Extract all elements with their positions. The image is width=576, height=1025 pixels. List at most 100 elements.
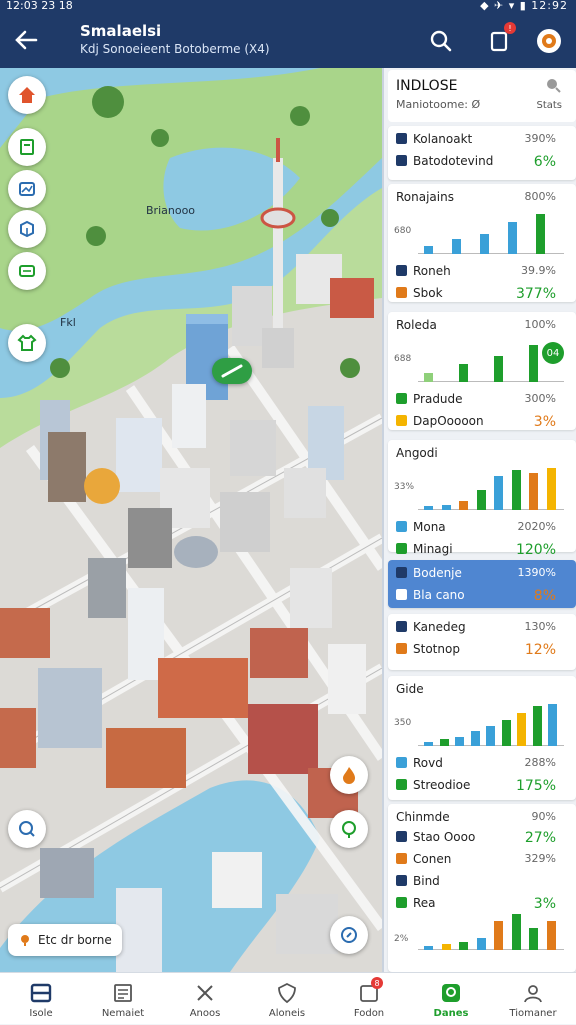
stat-row-icon — [396, 155, 407, 166]
mini-chart-axis-label: 688 — [394, 354, 412, 364]
chart-icon[interactable] — [8, 170, 46, 208]
mini-chart-bar — [439, 739, 449, 746]
nav-item-label: Nemaiet — [101, 1008, 145, 1019]
stat-card-header: Chinmde 90% — [396, 810, 568, 828]
notification-badge: ! — [504, 22, 516, 34]
mini-chart-bar — [424, 946, 433, 950]
stat-card[interactable]: Bodenje 1390% Bla cano 8% — [388, 560, 576, 608]
location-chip[interactable]: Etc dr borne — [8, 924, 122, 956]
stat-row-icon — [396, 779, 407, 790]
back-arrow-icon[interactable] — [12, 26, 40, 54]
stat-row-icon — [396, 415, 407, 426]
stat-card[interactable]: Kanedeg 130% Stotnop 12% — [388, 614, 576, 670]
stat-row-value: 8% — [533, 588, 556, 604]
nav-item-label: Danes — [433, 1008, 469, 1019]
search-icon[interactable] — [426, 26, 456, 56]
stat-card[interactable]: Roleda 100% 688 04 Pradude 300% DapOoooon 3% — [388, 312, 576, 430]
stat-row-value: 2020% — [517, 520, 556, 533]
stat-row: Sbok 377% — [396, 286, 568, 304]
building-icon[interactable] — [8, 128, 46, 166]
mini-chart-bar — [536, 214, 545, 254]
mini-chart-bar — [452, 239, 461, 254]
nav-item[interactable]: Aloneis — [246, 973, 328, 1025]
nav-item[interactable]: Anoos — [164, 973, 246, 1025]
map-icon — [439, 981, 463, 1005]
nav-item[interactable]: 8 Fodon — [328, 973, 410, 1025]
stat-card[interactable]: Gide 350 Rovd 288% Streodioe 175% — [388, 676, 576, 800]
stat-row-icon — [396, 643, 407, 654]
panel-title: INDLOSE — [396, 78, 458, 94]
mini-chart-bar — [441, 944, 451, 950]
mini-chart-bar — [424, 246, 433, 254]
mini-chart-bar — [494, 921, 503, 950]
stat-row-label: Bla cano — [396, 588, 465, 602]
stat-row-label: Mona — [396, 520, 446, 534]
box-icon[interactable] — [8, 210, 46, 248]
nav-item[interactable]: Tiomaner — [492, 973, 574, 1025]
city-map[interactable]: Brianooo Fkl Etc dr borne — [0, 68, 382, 972]
nav-item-label: Tiomaner — [509, 1008, 557, 1019]
stat-row-icon — [396, 133, 407, 144]
stat-card[interactable]: Angodi 33% Mona 2020% Minagi 120% — [388, 440, 576, 558]
stat-row-icon — [396, 589, 407, 600]
chart-badge-icon: 04 — [542, 342, 564, 364]
mini-chart-bar — [480, 234, 489, 254]
stat-row-label: Bind — [396, 874, 440, 888]
gear-icon[interactable] — [534, 26, 564, 56]
stat-card[interactable]: Chinmde 90% Stao Oooo 27% Conen 329% 2% Bind Rea… — [388, 804, 576, 972]
mini-chart-bar — [508, 222, 517, 254]
stat-row-text: Bla cano — [413, 588, 465, 602]
stat-row: Mona 2020% — [396, 520, 568, 538]
notifications-icon[interactable]: ! — [484, 22, 516, 56]
fire-marker-icon[interactable] — [330, 756, 368, 794]
compass-icon[interactable] — [330, 916, 368, 954]
mini-chart-bar — [511, 470, 521, 510]
stat-row: Kanedeg 130% — [396, 620, 568, 638]
stat-row-icon — [396, 621, 407, 632]
map-pin-badge-icon[interactable] — [212, 358, 252, 384]
magnifier-marker-icon[interactable] — [8, 810, 46, 848]
stat-row-label: Roneh — [396, 264, 451, 278]
stat-card-title: Roleda — [396, 318, 437, 332]
mini-chart-bar — [529, 345, 538, 382]
nav-item[interactable]: Nemaiet — [82, 973, 164, 1025]
stat-row-text: Batodotevind — [413, 154, 494, 168]
stat-row-text: Rovd — [413, 756, 443, 770]
nav-item[interactable]: Isole — [0, 973, 82, 1025]
stats-panel[interactable]: INDLOSE Maniotoome: Ø Stats Kolanoakt 390… — [382, 68, 576, 972]
shield-icon — [275, 981, 299, 1005]
stat-row: Kolanoakt 390% — [396, 132, 568, 150]
stat-row: Batodotevind 6% — [396, 154, 568, 172]
mini-chart-bar — [548, 704, 558, 746]
nav-item-label: Fodon — [353, 1008, 385, 1019]
nav-item[interactable]: Danes — [410, 973, 492, 1025]
stat-row-text: Minagi — [413, 542, 453, 556]
stat-row-text: Streodioe — [413, 778, 471, 792]
stats-search-icon[interactable] — [544, 76, 562, 98]
shirt-icon[interactable] — [8, 324, 46, 362]
stat-row-value: 3% — [533, 896, 556, 912]
profile-icon — [521, 981, 545, 1005]
mini-chart-bar — [494, 356, 503, 382]
mini-chart-baseline — [418, 381, 564, 382]
mini-chart-baseline — [418, 949, 564, 950]
stat-card[interactable]: Kolanoakt 390% Batodotevind 6% — [388, 126, 576, 180]
stat-row-text: Conen — [413, 852, 452, 866]
home-icon[interactable] — [8, 76, 46, 114]
stat-row-label: Minagi — [396, 542, 453, 556]
leaf-marker-icon[interactable] — [330, 810, 368, 848]
status-icons: ◆ ✈ ▾ ▮ 12:92 — [480, 0, 568, 12]
stat-row-text: Rea — [413, 896, 436, 910]
stat-row: Stotnop 12% — [396, 642, 568, 660]
mini-chart-bar — [476, 938, 486, 950]
stat-row: Rovd 288% — [396, 756, 568, 774]
mini-chart-bar — [424, 742, 433, 746]
stat-card[interactable]: Ronajains 800% 680 Roneh 39.9% Sbok 377% — [388, 184, 576, 302]
mini-chart-bar — [459, 364, 468, 382]
map-label-small: Fkl — [60, 316, 76, 329]
mini-chart-bar — [459, 942, 468, 950]
bus-icon[interactable] — [8, 252, 46, 290]
stat-row-label: Kolanoakt — [396, 132, 472, 146]
status-bar: 12:03 23 18 ◆ ✈ ▾ ▮ 12:92 — [0, 0, 576, 14]
nav-item-label: Anoos — [189, 1008, 221, 1019]
